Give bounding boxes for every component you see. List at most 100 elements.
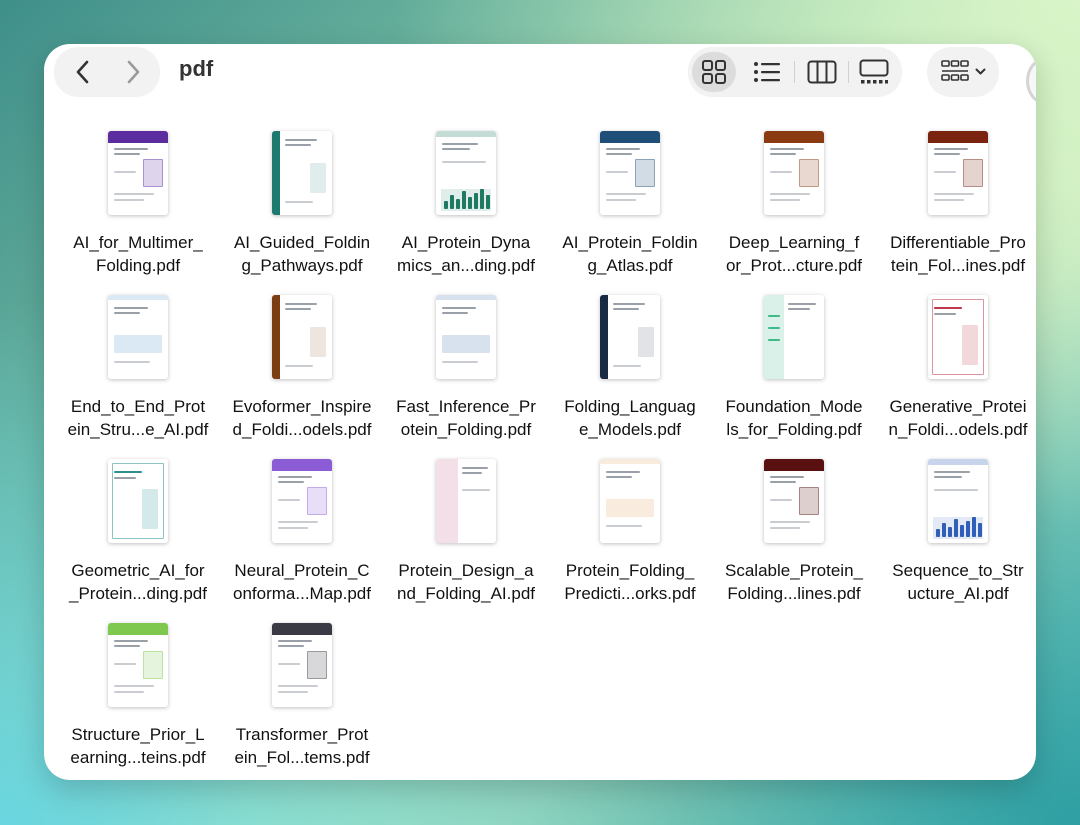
file-name: Transformer_Prot ein_Fol...tems.pdf xyxy=(220,723,384,769)
pdf-thumbnail xyxy=(436,131,496,215)
chevron-down-icon xyxy=(975,68,986,75)
file-name-line: g_Atlas.pdf xyxy=(587,256,673,275)
account-avatar[interactable] xyxy=(1026,58,1036,104)
file-item[interactable]: Generative_Protei n_Foldi...odels.pdf xyxy=(876,288,1036,441)
file-name-line: tein_Fol...ines.pdf xyxy=(890,256,1026,275)
file-name-line: Protein_Folding_ xyxy=(565,561,695,580)
file-name: Geometric_AI_for _Protein...ding.pdf xyxy=(56,559,220,605)
pdf-thumbnail xyxy=(108,459,168,543)
file-name-line: Evoformer_Inspire xyxy=(232,397,372,416)
view-switcher xyxy=(688,47,902,97)
chevron-left-icon xyxy=(76,60,89,84)
file-name-line: AI_Protein_Foldin xyxy=(562,233,698,252)
file-name-line: Differentiable_Pro xyxy=(890,233,1026,252)
file-name-line: Sequence_to_Str xyxy=(892,561,1024,580)
file-item[interactable]: Scalable_Protein_ Folding...lines.pdf xyxy=(712,452,876,605)
file-item[interactable]: End_to_End_Prot ein_Stru...e_AI.pdf xyxy=(56,288,220,439)
pdf-thumbnail xyxy=(108,131,168,215)
pdf-thumbnail xyxy=(108,623,168,707)
file-name-line: mics_an...ding.pdf xyxy=(397,256,535,275)
chevron-right-icon xyxy=(127,60,140,84)
file-name: Generative_Protei n_Foldi...odels.pdf xyxy=(876,395,1036,441)
pdf-thumbnail xyxy=(764,295,824,379)
pdf-thumbnail xyxy=(436,459,496,543)
file-name: Scalable_Protein_ Folding...lines.pdf xyxy=(712,559,876,605)
file-name-line: _Protein...ding.pdf xyxy=(69,584,207,603)
file-name: Structure_Prior_L earning...teins.pdf xyxy=(56,723,220,769)
file-name-line: Geometric_AI_for xyxy=(71,561,205,580)
file-item[interactable]: Protein_Folding_ Predicti...orks.pdf xyxy=(548,452,712,605)
gallery-view-button[interactable] xyxy=(852,52,896,92)
file-name-line: Folding.pdf xyxy=(95,256,181,275)
file-item[interactable]: Folding_Languag e_Models.pdf xyxy=(548,288,712,441)
file-name-line: Fast_Inference_Pr xyxy=(396,397,536,416)
file-name-line: Structure_Prior_L xyxy=(71,725,205,744)
file-name-line: Foundation_Mode xyxy=(725,397,863,416)
file-item[interactable]: Fast_Inference_Pr otein_Folding.pdf xyxy=(384,288,548,441)
file-name-line: onforma...Map.pdf xyxy=(233,584,371,603)
file-item[interactable]: AI_for_Multimer_ Folding.pdf xyxy=(56,124,220,277)
file-name: Sequence_to_Str ucture_AI.pdf xyxy=(876,559,1036,605)
pdf-thumbnail xyxy=(272,295,332,379)
back-button[interactable] xyxy=(58,47,108,97)
file-name: Fast_Inference_Pr otein_Folding.pdf xyxy=(384,395,548,441)
group-by-icon xyxy=(941,60,969,81)
file-name-line: or_Prot...cture.pdf xyxy=(725,256,863,275)
file-item[interactable]: Structure_Prior_L earning...teins.pdf xyxy=(56,616,220,769)
file-name: Neural_Protein_C onforma...Map.pdf xyxy=(220,559,384,605)
pdf-thumbnail xyxy=(928,295,988,379)
pdf-thumbnail xyxy=(272,131,332,215)
file-name: Deep_Learning_f or_Prot...cture.pdf xyxy=(712,231,876,277)
file-name: Folding_Languag e_Models.pdf xyxy=(548,395,712,441)
file-name-line: Scalable_Protein_ xyxy=(725,561,863,580)
pdf-thumbnail xyxy=(928,131,988,215)
file-name-line: g_Pathways.pdf xyxy=(241,256,363,275)
pdf-thumbnail xyxy=(600,295,660,379)
file-name: AI_Protein_Foldin g_Atlas.pdf xyxy=(548,231,712,277)
pdf-thumbnail xyxy=(272,623,332,707)
file-name-line: AI_Protein_Dyna xyxy=(401,233,531,252)
file-name-line: Protein_Design_a xyxy=(398,561,534,580)
file-name: AI_for_Multimer_ Folding.pdf xyxy=(56,231,220,277)
file-item[interactable]: Geometric_AI_for _Protein...ding.pdf xyxy=(56,452,220,605)
pdf-thumbnail xyxy=(108,295,168,379)
file-item[interactable]: Protein_Design_a nd_Folding_AI.pdf xyxy=(384,452,548,605)
file-item[interactable]: AI_Guided_Foldin g_Pathways.pdf xyxy=(220,124,384,277)
forward-button[interactable] xyxy=(108,47,158,97)
file-name-line: End_to_End_Prot xyxy=(70,397,206,416)
pdf-thumbnail xyxy=(600,131,660,215)
icon-view-button[interactable] xyxy=(692,52,736,92)
pdf-thumbnail xyxy=(764,459,824,543)
file-name-line: Folding...lines.pdf xyxy=(727,584,861,603)
list-view-button[interactable] xyxy=(745,52,789,92)
file-name-line: ls_for_Folding.pdf xyxy=(726,420,862,439)
file-name-line: nd_Folding_AI.pdf xyxy=(397,584,535,603)
file-item[interactable]: Neural_Protein_C onforma...Map.pdf xyxy=(220,452,384,605)
group-by-button[interactable] xyxy=(927,47,999,97)
folder-title: pdf xyxy=(179,56,214,81)
view-divider xyxy=(794,61,795,83)
file-item[interactable]: Sequence_to_Str ucture_AI.pdf xyxy=(876,452,1036,605)
navigation-group xyxy=(54,47,160,97)
finder-window: pdf AI_for_Multimer_ Folding.pdf AI_Guid… xyxy=(44,44,1036,780)
file-item[interactable]: Deep_Learning_f or_Prot...cture.pdf xyxy=(712,124,876,277)
file-name: AI_Guided_Foldin g_Pathways.pdf xyxy=(220,231,384,277)
file-item[interactable]: Evoformer_Inspire d_Foldi...odels.pdf xyxy=(220,288,384,441)
columns-icon xyxy=(807,60,837,84)
file-name: Protein_Design_a nd_Folding_AI.pdf xyxy=(384,559,548,605)
file-item[interactable]: Differentiable_Pro tein_Fol...ines.pdf xyxy=(876,124,1036,275)
column-view-button[interactable] xyxy=(800,52,844,92)
file-name-line: ucture_AI.pdf xyxy=(907,584,1009,603)
file-name: Evoformer_Inspire d_Foldi...odels.pdf xyxy=(220,395,384,441)
pdf-thumbnail xyxy=(436,295,496,379)
file-item[interactable]: AI_Protein_Foldin g_Atlas.pdf xyxy=(548,124,712,277)
file-item[interactable]: AI_Protein_Dyna mics_an...ding.pdf xyxy=(384,124,548,275)
file-item[interactable]: Transformer_Prot ein_Fol...tems.pdf xyxy=(220,616,384,769)
pdf-thumbnail xyxy=(600,459,660,543)
file-name-line: AI_Guided_Foldin xyxy=(233,233,371,252)
file-item[interactable]: Foundation_Mode ls_for_Folding.pdf xyxy=(712,288,876,439)
file-name-line: Deep_Learning_f xyxy=(728,233,860,252)
pdf-thumbnail xyxy=(928,459,988,543)
gallery-icon xyxy=(859,59,889,84)
file-name: Protein_Folding_ Predicti...orks.pdf xyxy=(548,559,712,605)
